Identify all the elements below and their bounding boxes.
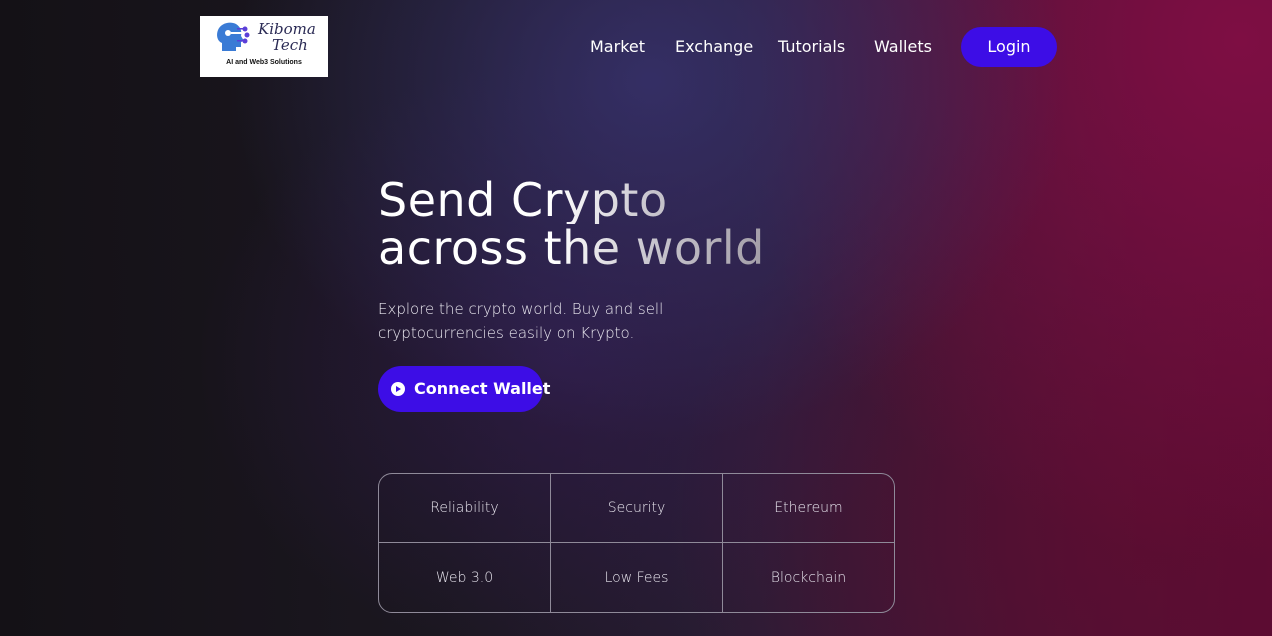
logo-brand-line1: Kiboma	[258, 20, 316, 38]
login-button[interactable]: Login	[961, 27, 1057, 67]
connect-wallet-button[interactable]: Connect Wallet	[378, 366, 550, 412]
logo-brand-line2: Tech	[272, 36, 308, 54]
nav-market[interactable]: Market	[590, 28, 645, 66]
feature-ethereum: Ethereum	[723, 474, 894, 543]
nav-wallets[interactable]: Wallets	[874, 28, 932, 66]
feature-low-fees: Low Fees	[551, 543, 723, 612]
ai-head-icon	[217, 22, 250, 51]
logo-tagline: AI and Web3 Solutions	[226, 59, 302, 66]
hero-headline: Send Crypto across the world	[378, 176, 765, 272]
headline-line2: across the world	[378, 221, 765, 275]
feature-web3: Web 3.0	[379, 543, 551, 612]
nav-exchange[interactable]: Exchange	[675, 28, 753, 66]
feature-blockchain: Blockchain	[770, 569, 847, 586]
brand-logo[interactable]: Kiboma Tech AI and Web3 Solutions	[200, 16, 328, 77]
hero-subtitle: Explore the crypto world. Buy and sell c…	[378, 300, 664, 342]
play-icon	[391, 382, 405, 396]
feature-security: Security	[551, 474, 723, 543]
nav-tutorials[interactable]: Tutorials	[778, 28, 845, 66]
feature-reliability: Reliability	[379, 474, 551, 543]
headline-line1: Send Crypto	[378, 176, 765, 224]
feature-grid: Reliability Security Ethereum Web 3.0 Lo…	[378, 473, 895, 613]
connect-wallet-label: Connect Wallet	[414, 379, 551, 398]
